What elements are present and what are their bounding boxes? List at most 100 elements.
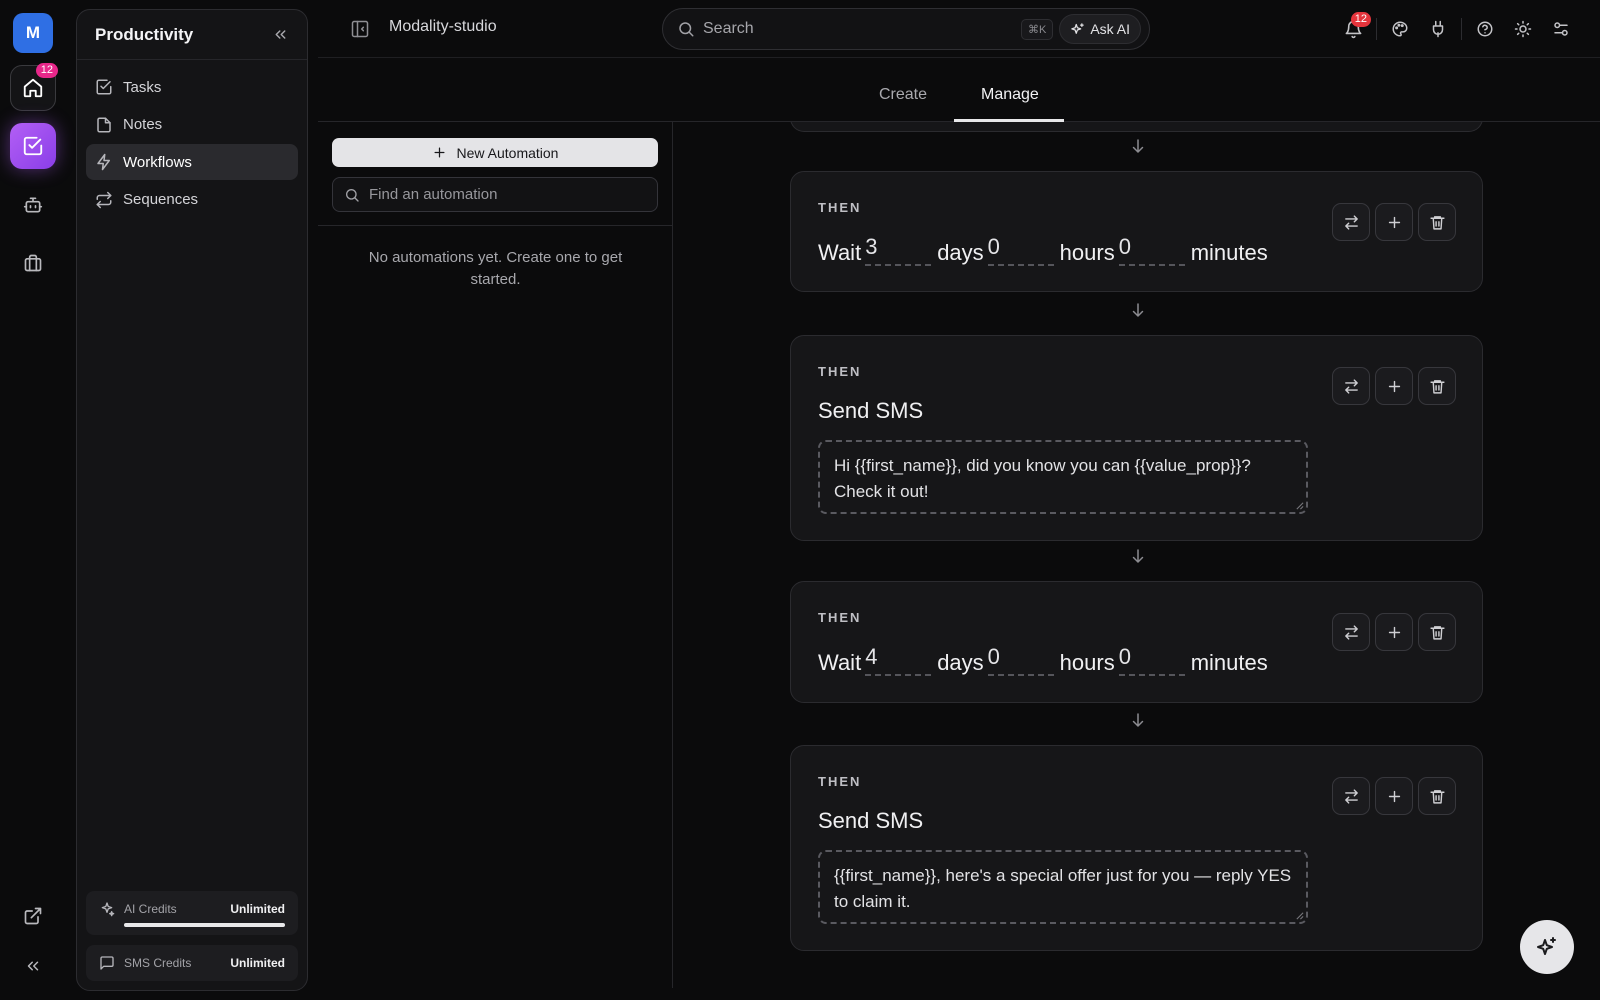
sidebar-item-tasks[interactable]: Tasks — [86, 69, 298, 105]
sliders-icon — [1554, 22, 1568, 36]
chevrons-left-icon — [275, 30, 286, 39]
settings-button[interactable] — [1542, 10, 1580, 48]
delete-step-button[interactable] — [1418, 203, 1456, 241]
hours-input[interactable]: 0 — [987, 644, 1054, 676]
delete-step-button[interactable] — [1418, 613, 1456, 651]
step-title: Send SMS — [818, 808, 924, 833]
step-then-label: THEN — [818, 364, 862, 379]
sms-credits-value: Unlimited — [230, 956, 285, 970]
external-link-icon — [24, 907, 42, 925]
avatar[interactable]: M — [13, 13, 53, 53]
new-automation-button[interactable]: New Automation — [332, 138, 658, 167]
theme-palette-button[interactable] — [1381, 10, 1419, 48]
home-icon — [23, 78, 43, 98]
sms-credits: SMS Credits Unlimited — [86, 945, 298, 981]
trash-icon — [1429, 215, 1445, 230]
step-actions — [1332, 613, 1456, 651]
message-icon — [100, 956, 114, 970]
resize-handle-icon[interactable] — [1295, 911, 1304, 920]
trash-icon — [1429, 379, 1445, 394]
sidebar-item-workflows[interactable]: Workflows — [86, 144, 298, 180]
bolt-icon — [97, 153, 110, 171]
chevrons-left-icon — [27, 961, 39, 971]
notifications-button[interactable]: 12 — [1334, 10, 1372, 48]
notification-badge: 12 — [1350, 12, 1371, 27]
global-search[interactable]: ⌘K Ask AI — [662, 8, 1150, 50]
find-automation[interactable] — [332, 177, 658, 212]
hours-unit: hours — [1059, 240, 1115, 265]
ai-credits-label: AI Credits — [124, 902, 177, 916]
sidebar-item-sequences[interactable]: Sequences — [86, 182, 298, 218]
plug-icon — [1432, 20, 1444, 38]
rail-home-button[interactable]: 12 — [10, 63, 58, 111]
sidebar-item-label: Workflows — [123, 153, 192, 171]
trash-icon — [1429, 789, 1445, 804]
resize-handle-icon[interactable] — [1295, 501, 1304, 510]
minutes-input[interactable]: 0 — [1118, 644, 1185, 676]
rail-bot-button[interactable] — [10, 182, 56, 228]
productivity-sidebar: Productivity Tasks Notes Workflows Seque… — [76, 9, 308, 991]
tab-manage[interactable]: Manage — [981, 86, 1039, 104]
sms-message-textarea[interactable]: {{first_name}}, here's a special offer j… — [818, 850, 1308, 924]
hours-input[interactable]: 0 — [987, 234, 1054, 266]
step-card-wait: THEN Wait 3 days 0 hours 0 minutes — [790, 171, 1483, 292]
sms-message-textarea[interactable]: Hi {{first_name}}, did you know you can … — [818, 440, 1308, 514]
days-input[interactable]: 4 — [865, 644, 932, 676]
workflow-canvas: THEN Wait 3 days 0 hours 0 minutes THEN … — [674, 122, 1600, 1000]
wait-label: Wait — [818, 650, 862, 675]
automations-list: New Automation No automations yet. Creat… — [318, 122, 673, 988]
tab-create[interactable]: Create — [879, 86, 927, 104]
wait-row: Wait 4 days 0 hours 0 minutes — [818, 642, 1272, 676]
home-badge: 12 — [35, 63, 58, 78]
sparkles-icon — [1537, 937, 1556, 955]
hours-unit: hours — [1059, 650, 1115, 675]
delete-step-button[interactable] — [1418, 777, 1456, 815]
ai-credits-value: Unlimited — [230, 902, 285, 916]
integrations-button[interactable] — [1419, 10, 1457, 48]
search-icon — [679, 22, 694, 37]
swap-icon — [1344, 214, 1358, 230]
search-icon — [346, 188, 359, 202]
swap-step-button[interactable] — [1332, 367, 1370, 405]
top-bar: Modality-studio ⌘K Ask AI 12 — [318, 0, 1600, 58]
minutes-unit: minutes — [1190, 240, 1268, 265]
add-step-button[interactable] — [1375, 613, 1413, 651]
ai-assistant-button[interactable] — [1520, 920, 1574, 974]
rail-productivity-button[interactable] — [10, 123, 56, 169]
add-step-button[interactable] — [1375, 367, 1413, 405]
swap-step-button[interactable] — [1332, 203, 1370, 241]
step-actions — [1332, 777, 1456, 815]
divider — [318, 225, 673, 226]
plus-icon — [434, 147, 445, 158]
sidebar-collapse-button[interactable] — [272, 26, 289, 43]
delete-step-button[interactable] — [1418, 367, 1456, 405]
wait-label: Wait — [818, 240, 862, 265]
panel-toggle-button[interactable] — [350, 19, 370, 39]
sidebar-nav: Tasks Notes Workflows Sequences — [77, 60, 307, 228]
workspace-name[interactable]: Modality-studio — [389, 18, 497, 36]
step-card-wait: THEN Wait 4 days 0 hours 0 minutes — [790, 581, 1483, 703]
new-automation-label: New Automation — [456, 144, 559, 161]
days-input[interactable]: 3 — [865, 234, 932, 266]
add-step-button[interactable] — [1375, 777, 1413, 815]
step-then-label: THEN — [818, 610, 862, 625]
repeat-icon — [96, 191, 112, 208]
swap-step-button[interactable] — [1332, 613, 1370, 651]
swap-icon — [1344, 378, 1358, 394]
help-button[interactable] — [1466, 10, 1504, 48]
find-automation-input[interactable] — [369, 186, 646, 203]
sidebar-item-notes[interactable]: Notes — [86, 107, 298, 143]
ask-ai-label: Ask AI — [1090, 21, 1130, 37]
step-actions — [1332, 367, 1456, 405]
search-input[interactable] — [703, 20, 1021, 38]
add-step-button[interactable] — [1375, 203, 1413, 241]
rail-external-link-button[interactable] — [10, 893, 56, 939]
minutes-input[interactable]: 0 — [1118, 234, 1185, 266]
swap-step-button[interactable] — [1332, 777, 1370, 815]
rail-collapse-button[interactable] — [10, 944, 56, 988]
theme-toggle-button[interactable] — [1504, 10, 1542, 48]
sidebar-item-label: Sequences — [123, 191, 199, 208]
step-card-sms: THEN Send SMS Hi {{first_name}}, did you… — [790, 335, 1483, 541]
ask-ai-button[interactable]: Ask AI — [1059, 14, 1141, 44]
rail-briefcase-button[interactable] — [10, 240, 56, 286]
